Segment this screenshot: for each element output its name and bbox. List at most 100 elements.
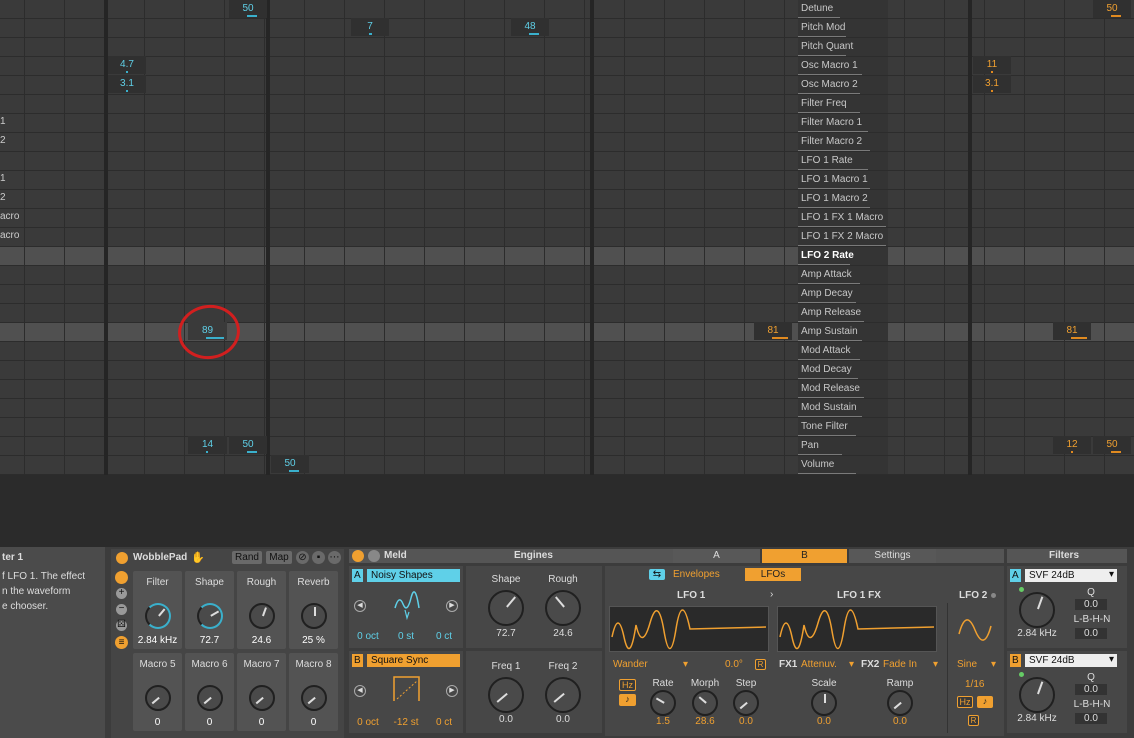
automation-value[interactable]: 81 [1053, 322, 1091, 340]
lfo2-hz-button[interactable]: Hz [957, 696, 973, 708]
param-label[interactable]: Mod Decay [798, 361, 888, 379]
automation-value[interactable]: 7 [351, 18, 389, 36]
macro-slot[interactable]: Macro 7 0 [237, 653, 286, 731]
map-button[interactable]: Map [266, 551, 292, 564]
filter-a-type-select[interactable]: SVF 24dB [1025, 569, 1117, 582]
automation-value[interactable]: 4.7 [108, 56, 146, 74]
shape-knob[interactable] [488, 590, 524, 626]
tab-settings[interactable]: Settings [849, 549, 936, 563]
loop-icon[interactable]: ⇆ [649, 569, 665, 580]
download-icon[interactable] [368, 550, 380, 562]
rand-button[interactable]: Rand [232, 551, 262, 564]
filter-b-q-value[interactable]: 0.0 [1075, 684, 1107, 695]
param-label[interactable]: Mod Attack [798, 342, 888, 360]
dropdown-icon[interactable]: ▾ [1109, 569, 1114, 580]
param-label[interactable]: LFO 2 Rate [798, 247, 888, 265]
param-label[interactable]: Pitch Quant [798, 38, 888, 56]
next-icon[interactable]: ▶ [446, 600, 458, 612]
macro-slot[interactable]: Rough 24.6 [237, 571, 286, 649]
filter-a-mode-value[interactable]: 0.0 [1075, 628, 1107, 639]
engine-a-st[interactable]: 0 st [389, 631, 423, 642]
automation-value[interactable]: 12 [1053, 436, 1091, 454]
engine-a-ct[interactable]: 0 ct [427, 631, 461, 642]
automation-value[interactable]: 3.1 [108, 75, 146, 93]
variations-icon[interactable]: ⊘ [296, 551, 309, 564]
param-label[interactable]: Mod Sustain [798, 399, 888, 417]
freq1-knob[interactable] [488, 677, 524, 713]
automation-value[interactable]: 50 [271, 455, 309, 473]
automation-value[interactable]: 81 [754, 322, 792, 340]
macro-slot[interactable]: Reverb 25 % [289, 571, 338, 649]
macro-knob[interactable] [197, 603, 223, 629]
rough-knob[interactable] [545, 590, 581, 626]
macro-knob[interactable] [301, 603, 327, 629]
prev-icon[interactable]: ◀ [354, 685, 366, 697]
engine-b-shape-select[interactable]: Square Sync [367, 654, 460, 667]
automation-value[interactable]: 50 [1093, 0, 1131, 18]
filter-b-type-select[interactable]: SVF 24dB [1025, 654, 1117, 667]
meld-power-button[interactable] [352, 550, 364, 562]
step-knob[interactable] [733, 690, 759, 716]
macro-toggle-icon[interactable]: ≡ [115, 636, 128, 649]
fx1-mode-select[interactable]: Attenuv. [801, 659, 837, 670]
param-label[interactable]: Amp Attack [798, 266, 888, 284]
filter-a-freq-knob[interactable] [1019, 592, 1055, 628]
retrigger-button[interactable]: R [755, 659, 766, 670]
param-label[interactable]: Mod Release [798, 380, 888, 398]
param-label[interactable]: LFO 1 Rate [798, 152, 888, 170]
automation-value[interactable]: 48 [511, 18, 549, 36]
rate-knob[interactable] [650, 690, 676, 716]
automation-value[interactable]: 14 [188, 436, 227, 454]
lfo2-shape-select[interactable]: Sine [957, 659, 977, 670]
param-label[interactable]: LFO 1 Macro 1 [798, 171, 888, 189]
param-label[interactable]: Osc Macro 2 [798, 76, 888, 94]
prev-icon[interactable]: ◀ [354, 600, 366, 612]
hz-button[interactable]: Hz [619, 679, 636, 691]
param-label[interactable]: Filter Freq [798, 95, 888, 113]
lfos-tab[interactable]: LFOs [745, 568, 801, 581]
engine-b-ct[interactable]: 0 ct [427, 717, 461, 728]
freq2-knob[interactable] [545, 677, 581, 713]
macro-slot[interactable]: Shape 72.7 [185, 571, 234, 649]
add-icon[interactable]: + [116, 588, 127, 599]
dropdown-icon[interactable]: ▾ [683, 659, 688, 670]
engine-a-oct[interactable]: 0 oct [351, 631, 385, 642]
engine-b-st[interactable]: -12 st [389, 717, 423, 728]
macro-knob[interactable] [145, 685, 171, 711]
tab-a[interactable]: A [673, 549, 760, 563]
param-label[interactable]: Amp Decay [798, 285, 888, 303]
filter-b-freq-knob[interactable] [1019, 677, 1055, 713]
remove-icon[interactable]: − [116, 604, 127, 615]
engine-b-oct[interactable]: 0 oct [351, 717, 385, 728]
param-label[interactable]: Osc Macro 1 [798, 57, 888, 75]
lfo1-mode-select[interactable]: Wander [613, 659, 648, 670]
dropdown-icon[interactable]: ▾ [933, 659, 938, 670]
param-label[interactable]: Filter Macro 1 [798, 114, 888, 132]
sync-note-icon[interactable]: ♪ [619, 694, 636, 706]
automation-value[interactable]: 50 [1093, 436, 1131, 454]
macro-slot[interactable]: Macro 5 0 [133, 653, 182, 731]
more-icon[interactable]: ⋯ [328, 551, 341, 564]
param-label[interactable]: Detune [798, 0, 888, 18]
save-preset-icon[interactable]: ▪ [312, 551, 325, 564]
param-label[interactable]: Amp Sustain [798, 323, 888, 341]
dropdown-icon[interactable]: ▾ [849, 659, 854, 670]
engine-a-shape-select[interactable]: Noisy Shapes [367, 569, 460, 582]
macro-knob[interactable] [249, 603, 275, 629]
macro-slot[interactable]: Filter 2.84 kHz [133, 571, 182, 649]
macro-slot[interactable]: Macro 6 0 [185, 653, 234, 731]
fx2-mode-select[interactable]: Fade In [883, 659, 917, 670]
automation-value[interactable]: 3.1 [973, 75, 1011, 93]
dropdown-icon[interactable]: ▾ [991, 659, 996, 670]
lfo2-rate[interactable]: 1/16 [965, 679, 984, 690]
next-icon[interactable]: ▶ [446, 685, 458, 697]
dice-icon[interactable]: ⚄ [116, 620, 127, 631]
lfo2-retrigger-button[interactable]: R [968, 715, 979, 726]
param-label[interactable]: Filter Macro 2 [798, 133, 888, 151]
dropdown-icon[interactable]: ▾ [1109, 654, 1114, 665]
tab-b[interactable]: B [762, 549, 847, 563]
filter-a-q-value[interactable]: 0.0 [1075, 599, 1107, 610]
automation-value[interactable]: 50 [229, 436, 267, 454]
rack-power-button[interactable] [116, 552, 128, 564]
automation-value[interactable]: 11 [973, 56, 1011, 74]
